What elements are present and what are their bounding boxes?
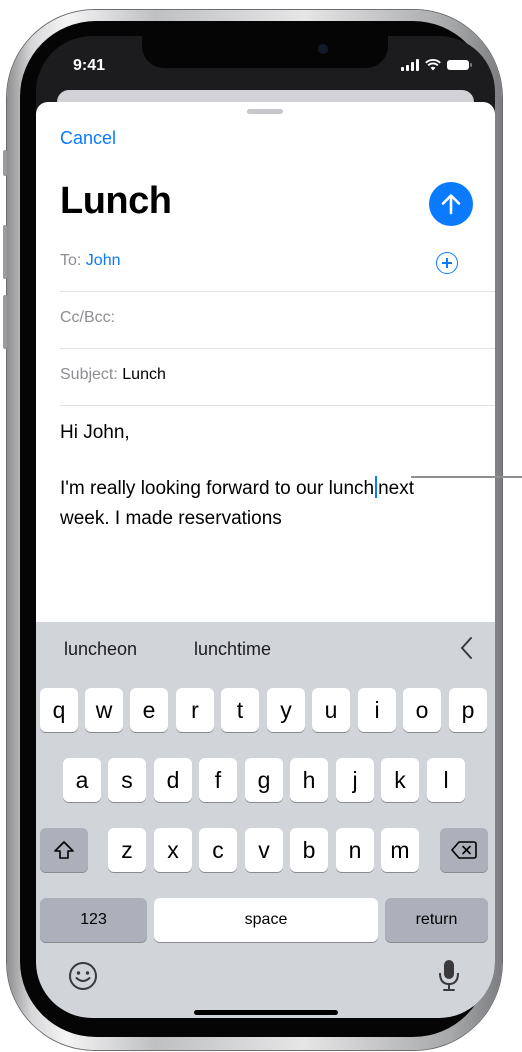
shift-key[interactable] <box>40 828 88 872</box>
to-recipient[interactable]: John <box>86 252 121 269</box>
space-key[interactable]: space <box>154 898 378 942</box>
delete-key[interactable] <box>440 828 488 872</box>
key-k[interactable]: k <box>381 758 419 802</box>
side-button-volume-down <box>3 295 7 349</box>
subject-label: Subject: <box>60 366 118 383</box>
key-h[interactable]: h <box>290 758 328 802</box>
emoji-icon[interactable] <box>68 961 98 991</box>
key-w[interactable]: w <box>85 688 123 732</box>
key-e[interactable]: e <box>130 688 168 732</box>
key-l[interactable]: l <box>427 758 465 802</box>
arrow-up-icon <box>441 194 461 215</box>
status-time: 9:41 <box>73 57 106 74</box>
key-y[interactable]: y <box>267 688 305 732</box>
battery-icon <box>447 60 472 70</box>
key-o[interactable]: o <box>403 688 441 732</box>
camera-icon <box>318 44 328 54</box>
subject-field[interactable]: Subject: Lunch <box>60 348 471 404</box>
prediction-item[interactable]: lunchtime <box>194 639 271 660</box>
subject-value[interactable]: Lunch <box>122 366 166 383</box>
microphone-icon[interactable] <box>438 958 460 992</box>
key-q[interactable]: q <box>40 688 78 732</box>
body-line[interactable]: week. I made reservations <box>60 504 282 534</box>
key-n[interactable]: n <box>336 828 374 872</box>
key-v[interactable]: v <box>245 828 283 872</box>
key-u[interactable]: u <box>312 688 350 732</box>
key-x[interactable]: x <box>154 828 192 872</box>
body-text-before-cursor: I'm really looking forward to our lunch <box>60 478 375 499</box>
cc-bcc-label: Cc/Bcc: <box>60 309 116 326</box>
home-indicator <box>194 1010 338 1015</box>
keyboard: luncheon lunchtime q w e r t y u i o p a… <box>36 622 495 1018</box>
key-b[interactable]: b <box>290 828 328 872</box>
key-z[interactable]: z <box>108 828 146 872</box>
key-c[interactable]: c <box>199 828 237 872</box>
add-contact-icon[interactable] <box>436 252 458 274</box>
body-line[interactable]: Hi John, <box>60 418 130 448</box>
shift-icon <box>54 841 74 859</box>
key-i[interactable]: i <box>358 688 396 732</box>
numbers-key[interactable]: 123 <box>40 898 147 942</box>
key-t[interactable]: t <box>221 688 259 732</box>
cellular-signal-icon <box>401 59 419 71</box>
compose-sheet: Cancel Lunch To: John Cc/Bcc: Subject: L… <box>36 102 495 622</box>
sheet-grabber[interactable] <box>247 109 283 114</box>
side-button-volume-up <box>3 225 7 279</box>
status-bar: 9:41 <box>36 36 495 94</box>
to-label: To: <box>60 252 82 269</box>
status-icons <box>401 58 472 72</box>
cursor-callout-line <box>411 476 522 478</box>
predictive-bar: luncheon lunchtime <box>36 622 495 678</box>
send-button[interactable] <box>429 182 473 226</box>
body-line-with-cursor[interactable]: I'm really looking forward to our lunch n… <box>60 474 414 504</box>
chevron-left-icon[interactable] <box>456 632 478 664</box>
wifi-icon <box>425 59 441 71</box>
body-text-after-cursor: next <box>378 478 415 499</box>
key-f[interactable]: f <box>199 758 237 802</box>
key-j[interactable]: j <box>336 758 374 802</box>
return-key[interactable]: return <box>385 898 488 942</box>
phone-screen: 9:41 Cancel Lunch To: John Cc/Bcc: Subje… <box>36 36 495 1018</box>
key-a[interactable]: a <box>63 758 101 802</box>
key-g[interactable]: g <box>245 758 283 802</box>
divider <box>60 405 495 406</box>
key-m[interactable]: m <box>381 828 419 872</box>
delete-icon <box>451 841 477 859</box>
text-cursor <box>375 476 378 498</box>
cancel-button[interactable]: Cancel <box>60 128 116 149</box>
key-p[interactable]: p <box>449 688 487 732</box>
prediction-item[interactable]: luncheon <box>64 639 137 660</box>
to-field[interactable]: To: John <box>60 234 471 290</box>
side-button-silent <box>3 150 7 176</box>
message-title: Lunch <box>60 180 172 222</box>
notch <box>142 36 388 68</box>
key-r[interactable]: r <box>176 688 214 732</box>
cc-bcc-field[interactable]: Cc/Bcc: <box>60 291 471 347</box>
key-s[interactable]: s <box>108 758 146 802</box>
key-d[interactable]: d <box>154 758 192 802</box>
